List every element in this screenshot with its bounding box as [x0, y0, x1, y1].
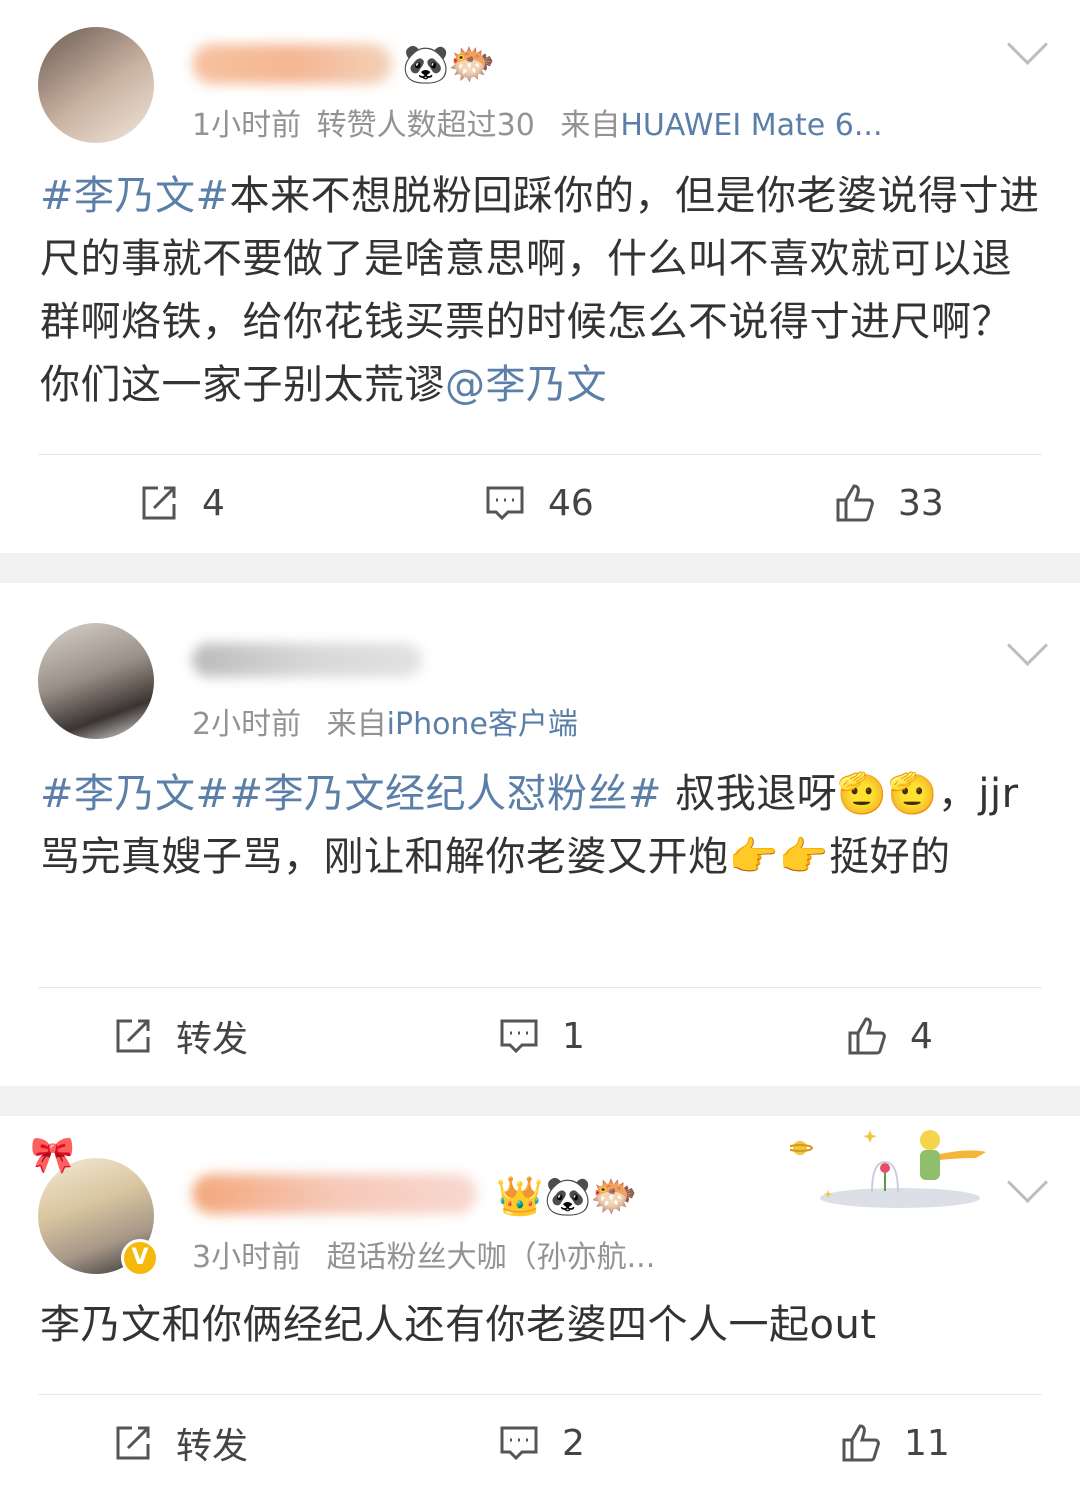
chevron-down-icon[interactable]: [1006, 23, 1049, 66]
avatar[interactable]: [38, 27, 154, 143]
like-button[interactable]: 4: [846, 988, 933, 1084]
fish-badge-icon: 🐡: [590, 1174, 638, 1218]
repost-icon: [116, 1426, 150, 1460]
fish-badge-icon: 🐡: [448, 42, 496, 86]
repost-icon: [142, 486, 176, 520]
post-extra: 超话粉丝大咖（孙亦航...: [326, 1240, 656, 1275]
comment-icon: [500, 1019, 538, 1054]
post-header: 🐼 🐡 1小时前 转赞人数超过30 来自HUAWEI Mate 6...: [0, 0, 1080, 150]
post-text: #李乃文##李乃文经纪人怼粉丝# 叔我退呀🫡🫡，jjr骂完真嫂子骂，刚让和解你老…: [0, 763, 1080, 889]
repost-label: 转发: [176, 1426, 249, 1467]
comment-count: 2: [562, 1422, 585, 1464]
action-bar: 转发 1 4: [0, 988, 1080, 1084]
comment-button[interactable]: 46: [484, 455, 594, 551]
repost-count: 4: [202, 482, 225, 524]
hashtag-link[interactable]: #李乃文##李乃文经纪人怼粉丝#: [40, 771, 662, 817]
chevron-down-icon[interactable]: [1006, 1161, 1049, 1204]
post-time: 1小时前: [192, 108, 302, 143]
post-header: 2小时前 来自iPhone客户端: [0, 583, 1080, 742]
post-text: 李乃文和你俩经纪人还有你老婆四个人一起out: [0, 1294, 1080, 1357]
comment-icon: [500, 1426, 538, 1461]
post-text: #李乃文#本来不想脱粉回踩你的，但是你老婆说得寸进尺的事就不要做了是啥意思啊，什…: [0, 165, 1080, 417]
post-separator: [0, 1086, 1080, 1116]
repost-label: 转发: [176, 1019, 249, 1060]
post-separator: [0, 553, 1080, 583]
post-meta: 3小时前 超话粉丝大咖（孙亦航...: [192, 1232, 655, 1276]
avatar[interactable]: [38, 623, 154, 739]
crown-badge-icon: 👑: [496, 1174, 544, 1218]
post-source[interactable]: iPhone客户端: [387, 707, 578, 742]
source-prefix: 来自: [326, 707, 387, 742]
post-time: 3小时前: [192, 1240, 302, 1275]
verified-badge-icon: V: [121, 1239, 159, 1277]
comment-button[interactable]: 1: [498, 988, 585, 1084]
source-prefix: 来自: [560, 108, 621, 143]
post-meta: 2小时前 来自iPhone客户端: [192, 699, 578, 743]
repost-icon: [116, 1019, 150, 1053]
panda-badge-icon: 🐼: [544, 1174, 592, 1218]
hashtag-link[interactable]: #李乃文#: [40, 173, 230, 219]
like-button[interactable]: 11: [840, 1395, 950, 1491]
like-icon: [842, 1424, 880, 1462]
action-bar: 4 46 33: [0, 455, 1080, 551]
username-blurred[interactable]: [192, 44, 392, 84]
panda-badge-icon: 🐼: [402, 42, 450, 86]
username-blurred[interactable]: [192, 1174, 477, 1214]
like-icon: [848, 1017, 886, 1055]
action-bar: 转发 2 11: [0, 1395, 1080, 1491]
like-count: 4: [910, 1015, 933, 1057]
mention-link[interactable]: @李乃文: [445, 362, 607, 408]
chevron-down-icon[interactable]: [1006, 624, 1049, 667]
post-2: 2小时前 来自iPhone客户端 #李乃文##李乃文经纪人怼粉丝# 叔我退呀🫡🫡…: [0, 583, 1080, 1086]
repost-button[interactable]: 转发: [112, 988, 248, 1084]
username-blurred[interactable]: [192, 643, 422, 677]
post-text-body: 李乃文和你俩经纪人还有你老婆四个人一起out: [40, 1302, 877, 1348]
like-count: 33: [898, 482, 944, 524]
comment-button[interactable]: 2: [498, 1395, 585, 1491]
post-1: 🐼 🐡 1小时前 转赞人数超过30 来自HUAWEI Mate 6... #李乃…: [0, 0, 1080, 553]
comment-icon: [486, 486, 524, 521]
post-time: 2小时前: [192, 707, 302, 742]
comment-count: 1: [562, 1015, 585, 1057]
little-prince-sticker-icon: [790, 1130, 986, 1208]
like-count: 11: [904, 1422, 950, 1464]
post-source[interactable]: HUAWEI Mate 6...: [620, 108, 882, 143]
repost-button[interactable]: 4: [138, 455, 225, 551]
like-icon: [836, 484, 874, 522]
post-meta: 1小时前 转赞人数超过30 来自HUAWEI Mate 6...: [192, 100, 883, 144]
comment-count: 46: [548, 482, 594, 524]
bow-decoration-icon: 🎀: [30, 1135, 75, 1176]
repost-button[interactable]: 转发: [112, 1395, 248, 1491]
post-extra: 转赞人数超过30: [316, 108, 535, 143]
like-button[interactable]: 33: [834, 455, 944, 551]
